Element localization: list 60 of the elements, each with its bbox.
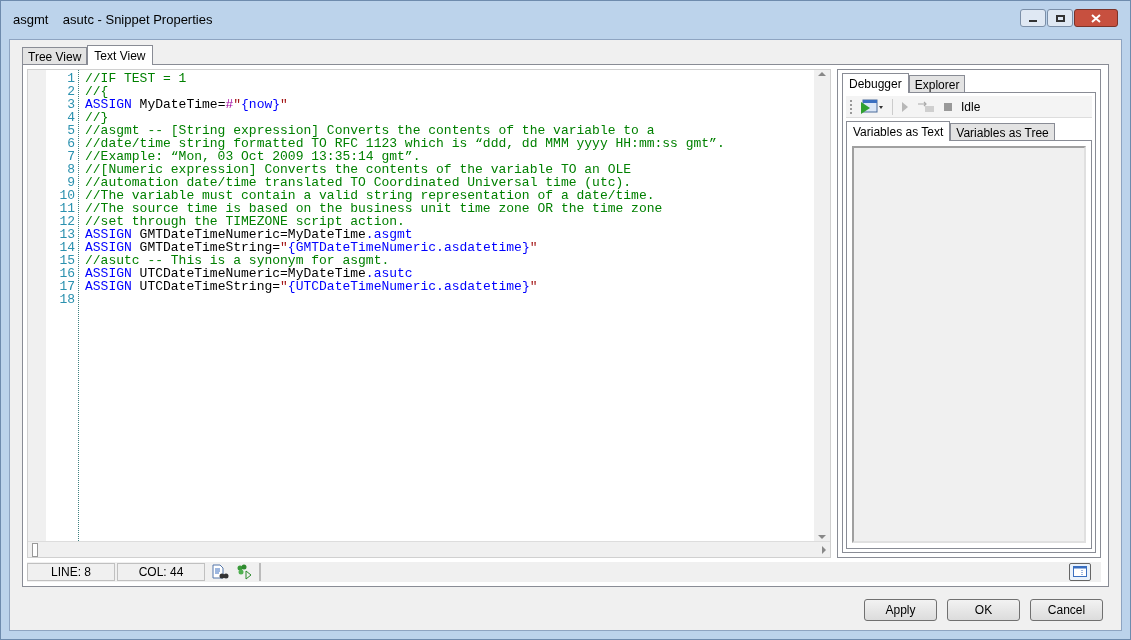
- tab[interactable]: Debugger: [842, 73, 909, 93]
- code-line: //{: [85, 84, 109, 99]
- code-line: //set through the TIMEZONE script action.: [85, 214, 405, 229]
- code-line: //automation date/time translated TO Coordinated Universal time (utc).: [85, 175, 632, 190]
- stop-icon[interactable]: [943, 101, 953, 112]
- panel-toggle-button[interactable]: [1069, 563, 1091, 581]
- dialog-button[interactable]: OK: [947, 599, 1020, 621]
- column-indicator: COL: 44: [117, 563, 205, 581]
- line-number: 3: [67, 98, 75, 111]
- line-number: 17: [59, 280, 75, 293]
- code-line: //[Numeric expression] Converts the contents of the variable TO an OLE: [85, 162, 632, 177]
- line-number: 14: [59, 241, 75, 254]
- line-number: 1: [67, 72, 75, 85]
- minimize-button[interactable]: [1020, 9, 1046, 27]
- code-line: //The source time is based on the business unit time zone OR the time zone: [85, 201, 663, 216]
- code-line: //Example: “Mon, 03 Oct 2009 13:35:14 gmt”.: [85, 149, 421, 164]
- line-number: 4: [67, 111, 75, 124]
- code-line: //asutc -- This is a synonym for asgmt.: [85, 253, 390, 268]
- debugger-status: Idle: [961, 98, 981, 116]
- maximize-button[interactable]: [1047, 9, 1073, 27]
- code-editor[interactable]: [27, 69, 831, 558]
- line-number: 6: [67, 137, 75, 150]
- line-number: 15: [59, 254, 75, 267]
- line-number: 16: [59, 267, 75, 280]
- line-number: 13: [59, 228, 75, 241]
- code-line: ASSIGN UTCDateTimeString="{UTCDateTimeNumeric.asdatetime}": [85, 279, 538, 294]
- dialog-button[interactable]: Apply: [864, 599, 937, 621]
- close-icon: [1091, 13, 1101, 23]
- code-line: //date/time string formatted TO RFC 1123 which is “ddd, dd MMM yyyy HH:mm:ss gmt”.: [85, 136, 725, 151]
- close-button[interactable]: [1074, 9, 1118, 27]
- window-title: asgmt asutc - Snippet Properties: [13, 11, 213, 30]
- tree-run-icon[interactable]: [235, 564, 253, 580]
- horizontal-scrollbar[interactable]: [28, 541, 830, 557]
- code-line: ASSIGN GMTDateTimeNumeric=MyDateTime.asgmt: [85, 227, 413, 242]
- code-line: ASSIGN GMTDateTimeString="{GMTDateTimeNumeric.asdatetime}": [85, 240, 538, 255]
- line-number: 9: [67, 176, 75, 189]
- tab[interactable]: Tree View: [22, 47, 88, 64]
- line-number: 7: [67, 150, 75, 163]
- line-number: 2: [67, 85, 75, 98]
- dialog-button[interactable]: Cancel: [1030, 599, 1103, 621]
- line-number: 8: [67, 163, 75, 176]
- tab[interactable]: Variables as Tree: [950, 123, 1055, 140]
- code-line: //asgmt -- [String expression] Converts the contents of the variable to a: [85, 123, 655, 138]
- code-line: //}: [85, 110, 109, 125]
- code-line: ASSIGN MyDateTime=#"{now}": [85, 97, 288, 112]
- tab[interactable]: Explorer: [908, 75, 966, 92]
- line-indicator: LINE: 8: [27, 563, 115, 581]
- tab[interactable]: Text View: [87, 45, 153, 65]
- code-line: ASSIGN UTCDateTimeNumeric=MyDateTime.asutc: [85, 266, 413, 281]
- line-number: 5: [67, 124, 75, 137]
- find-document-icon[interactable]: [211, 564, 229, 580]
- code-line: //IF TEST = 1: [85, 71, 187, 86]
- line-number: 10: [59, 189, 75, 202]
- code-line: //The variable must contain a valid string representation of a date/time.: [85, 188, 655, 203]
- line-number: 11: [59, 202, 75, 215]
- vertical-scrollbar[interactable]: [814, 70, 830, 541]
- line-number: 12: [59, 215, 75, 228]
- run-window-icon[interactable]: [860, 98, 884, 115]
- tab[interactable]: Variables as Text: [846, 121, 951, 141]
- line-number: 18: [59, 293, 75, 306]
